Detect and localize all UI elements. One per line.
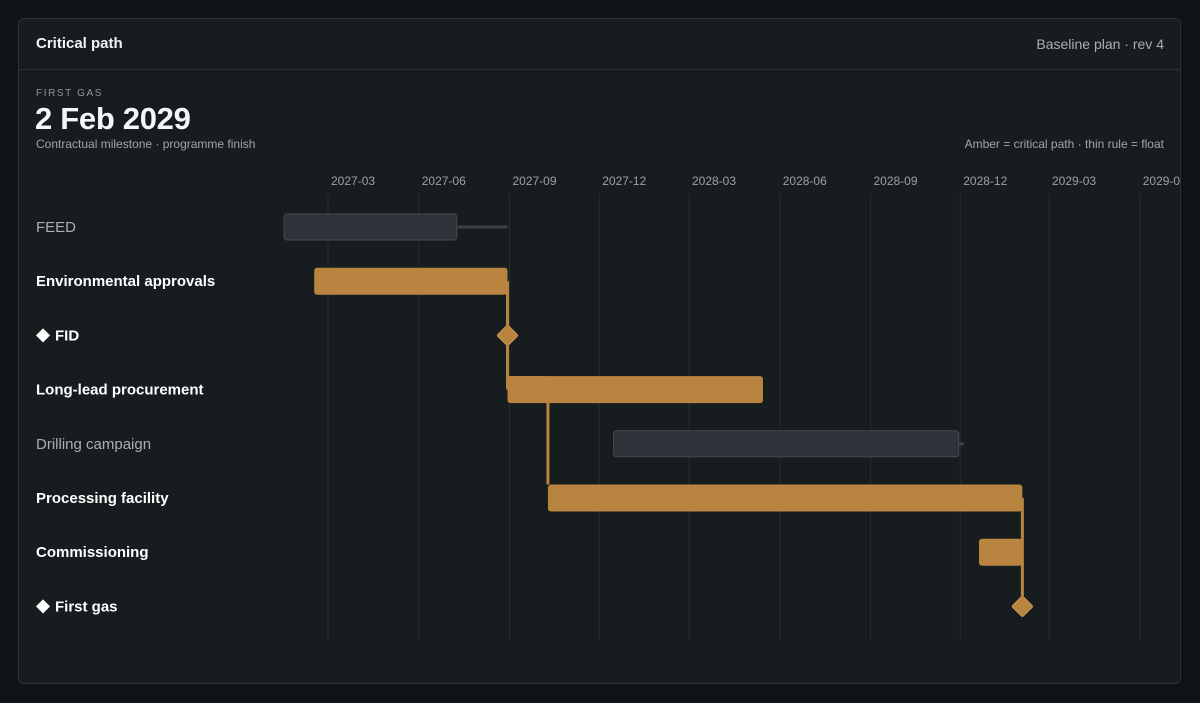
critical-task-bar (507, 376, 763, 404)
milestone-icon (35, 599, 51, 614)
task-label: Processing facility (36, 490, 169, 507)
x-tick-label: 2027-03 (331, 174, 375, 188)
critical-path-card: Critical path Baseline plan · rev 4 FIRS… (18, 18, 1181, 684)
x-tick-label: 2027-12 (602, 174, 646, 188)
x-tick-label: 2027-09 (512, 174, 556, 188)
task-bar (613, 430, 960, 458)
x-tick-label: 2029-03 (1052, 174, 1096, 188)
gantt-chart: 2027-03 2027-06 2027-09 2027-12 2028-03 2028-… (35, 174, 1181, 641)
task-label: First gas (55, 598, 118, 615)
task-label: Long-lead procurement (36, 382, 204, 399)
task-label: Commissioning (36, 544, 149, 561)
x-tick-label: 2028-03 (692, 174, 736, 188)
task-label: Drilling campaign (36, 436, 151, 453)
x-tick-label: 2028-06 (783, 174, 827, 188)
x-tick-label: 2028-09 (873, 174, 917, 188)
task-label: FID (55, 327, 79, 344)
critical-task-bar (547, 484, 1023, 512)
task-label: Environmental approvals (36, 273, 215, 290)
critical-task-bar (978, 538, 1023, 566)
x-tick-label: 2027-06 (422, 174, 466, 188)
x-tick-label: 2028-12 (963, 174, 1007, 188)
critical-task-bar (314, 267, 508, 295)
x-tick-label: 2029-06 (1143, 174, 1181, 188)
task-label: FEED (36, 219, 76, 236)
task-bar (283, 213, 458, 241)
milestone-icon (35, 328, 51, 343)
